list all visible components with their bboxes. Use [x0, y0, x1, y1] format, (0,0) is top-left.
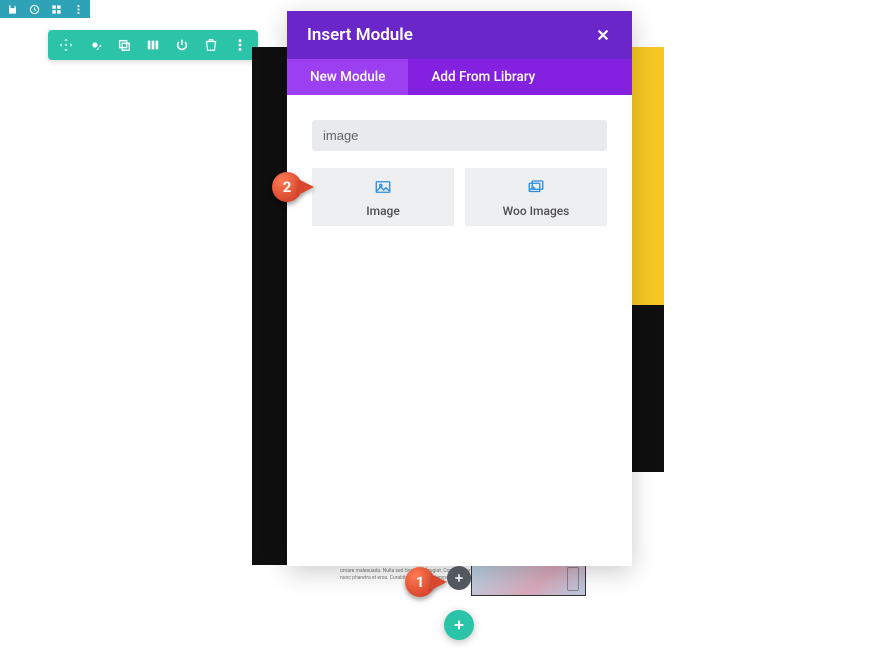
module-image-label: Image [366, 204, 400, 218]
more-icon[interactable] [72, 3, 84, 15]
save-icon[interactable] [6, 3, 18, 15]
grid-icon[interactable] [50, 3, 62, 15]
gear-icon[interactable] [87, 37, 103, 53]
duplicate-icon[interactable] [116, 37, 132, 53]
module-image[interactable]: Image [312, 168, 454, 226]
add-content-button[interactable] [447, 566, 471, 590]
preview-image [471, 562, 586, 596]
module-grid: Image Woo Images [312, 168, 607, 226]
add-section-button[interactable] [444, 610, 474, 640]
row-toolbar[interactable] [48, 30, 258, 60]
more-icon[interactable] [232, 37, 248, 53]
delete-icon[interactable] [203, 37, 219, 53]
power-icon[interactable] [174, 37, 190, 53]
modal-title: Insert Module [307, 25, 413, 45]
woo-images-icon [527, 178, 545, 200]
columns-icon[interactable] [145, 37, 161, 53]
image-icon [374, 178, 392, 200]
tab-new-module[interactable]: New Module [287, 59, 408, 95]
section-mini-toolbar[interactable] [0, 0, 90, 18]
module-search-input[interactable] [312, 120, 607, 151]
callout-1-pointer [431, 574, 447, 590]
modal-body: Image Woo Images [287, 95, 632, 566]
callout-1: 1 [405, 567, 447, 599]
module-woo-images[interactable]: Woo Images [465, 168, 607, 226]
tab-add-from-library[interactable]: Add From Library [408, 59, 558, 95]
module-woo-images-label: Woo Images [503, 204, 570, 218]
modal-tabs: New Module Add From Library [287, 59, 632, 95]
insert-module-modal: Insert Module New Module Add From Librar… [287, 11, 632, 566]
callout-2: 2 [272, 172, 314, 204]
modal-header: Insert Module [287, 11, 632, 59]
clock-icon[interactable] [28, 3, 40, 15]
close-icon[interactable] [594, 26, 612, 44]
move-icon[interactable] [58, 37, 74, 53]
callout-2-pointer [298, 179, 314, 195]
